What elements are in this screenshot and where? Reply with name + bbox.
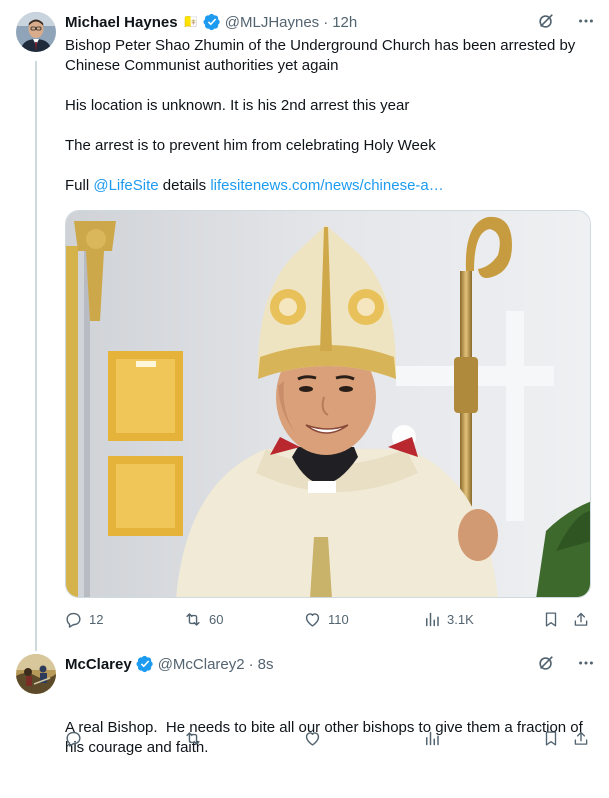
separator-dot: · xyxy=(248,655,254,673)
verified-badge-icon xyxy=(203,13,221,31)
flag-emoji: 🇻🇦 xyxy=(182,14,199,29)
reply-icon xyxy=(66,612,81,628)
views-icon xyxy=(426,731,439,746)
grok-icon[interactable] xyxy=(537,654,555,677)
views-count: 3.1K xyxy=(447,612,474,627)
bookmark-icon xyxy=(545,612,557,627)
like-button[interactable]: 110 xyxy=(303,610,349,629)
tweet-1-actions: 12 60 110 3.1K xyxy=(64,610,595,632)
views-button[interactable] xyxy=(423,729,441,748)
separator-dot: · xyxy=(323,13,329,31)
share-icon xyxy=(574,731,588,745)
more-icon[interactable] xyxy=(577,12,595,35)
tweet-1-header-actions xyxy=(537,12,595,35)
share-icon xyxy=(574,612,588,626)
mention-link[interactable]: @LifeSite xyxy=(93,177,158,194)
like-button[interactable] xyxy=(303,729,322,748)
thread-line xyxy=(35,61,37,651)
views-icon xyxy=(426,612,439,627)
author-handle[interactable]: @MLJHaynes xyxy=(225,14,319,31)
more-icon[interactable] xyxy=(577,654,595,677)
author-name[interactable]: McClarey xyxy=(65,656,132,673)
timestamp[interactable]: 8s xyxy=(258,656,274,673)
full-prefix: Full xyxy=(65,177,90,194)
bookmark-button[interactable] xyxy=(542,610,560,629)
tweet-text-line: His location is unknown. It is his 2nd a… xyxy=(65,97,410,114)
timestamp[interactable]: 12h xyxy=(332,14,357,31)
reply-button[interactable]: 12 xyxy=(64,610,103,629)
avatar-mcclarey[interactable] xyxy=(16,654,56,694)
tweet-1-header: Michael Haynes 🇻🇦 @MLJHaynes · 12h xyxy=(65,11,357,33)
author-name[interactable]: Michael Haynes xyxy=(65,14,178,31)
reply-count: 12 xyxy=(89,612,104,627)
reply-icon xyxy=(66,731,81,747)
like-count: 110 xyxy=(328,612,349,627)
article-link[interactable]: lifesitenews.com/news/chinese-a… xyxy=(210,177,443,194)
repost-icon xyxy=(186,613,200,626)
tweet-2-header: McClarey @McClarey2 · 8s xyxy=(65,653,273,675)
verified-badge-icon xyxy=(136,655,154,673)
share-button[interactable] xyxy=(572,729,590,748)
views-button[interactable]: 3.1K xyxy=(423,610,474,629)
tweet-1[interactable]: Michael Haynes 🇻🇦 @MLJHaynes · 12h Bisho… xyxy=(0,0,609,651)
bookmark-icon xyxy=(545,731,557,746)
tweet-2-actions xyxy=(64,729,595,751)
grok-icon[interactable] xyxy=(537,12,555,35)
tweet-text-line: Bishop Peter Shao Zhumin of the Undergro… xyxy=(65,37,576,74)
repost-count: 60 xyxy=(209,612,224,627)
tweet-2-header-actions xyxy=(537,654,595,677)
photo-illustration xyxy=(66,211,590,597)
tweet-photo[interactable] xyxy=(65,210,591,598)
tweet-2[interactable]: McClarey @McClarey2 · 8s A real Bishop. … xyxy=(0,640,609,758)
tweet-text-line: The arrest is to prevent him from celebr… xyxy=(65,137,436,154)
like-icon xyxy=(305,613,320,627)
bookmark-button[interactable] xyxy=(542,729,560,748)
reply-button[interactable] xyxy=(64,729,83,748)
repost-button[interactable] xyxy=(183,729,203,748)
like-icon xyxy=(305,732,320,746)
share-button[interactable] xyxy=(572,610,590,629)
repost-icon xyxy=(186,732,200,745)
details-word: details xyxy=(162,177,207,194)
repost-button[interactable]: 60 xyxy=(183,610,223,629)
tweet-text-line-links: Full @LifeSite details lifesitenews.com/… xyxy=(65,176,593,196)
avatar-michael-haynes[interactable] xyxy=(16,12,56,52)
author-handle[interactable]: @McClarey2 xyxy=(158,656,245,673)
tweet-1-text: Bishop Peter Shao Zhumin of the Undergro… xyxy=(65,36,593,196)
